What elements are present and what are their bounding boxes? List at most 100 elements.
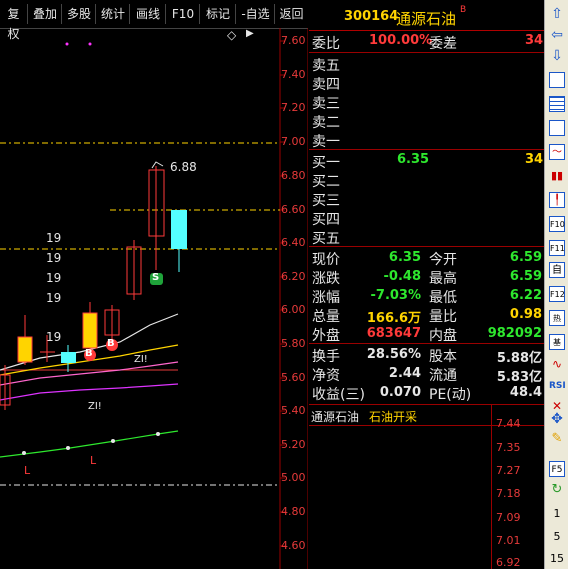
stock-name: 通源石油 [396,10,457,28]
tab-industry[interactable]: 石油开采 [369,408,417,425]
high-arrow-icon [151,161,164,169]
candle-9 [171,210,187,249]
stat-label: 现价 [312,252,340,268]
stat-value: 48.4 [509,385,542,400]
mini-axis-label: 7.01 [496,534,521,547]
candle-chart-icon[interactable]: ▮▮ [549,168,565,184]
period-15-button[interactable]: 15 [545,552,568,565]
divider [309,246,544,247]
hot-icon[interactable]: 热 [549,310,565,326]
mini-axis-label: 7.18 [496,487,521,500]
wave-icon[interactable]: ∿ [549,356,565,372]
stat-label: 涨跌 [312,271,340,287]
fund-icon[interactable]: 基 [549,334,565,350]
left-arrow-icon[interactable]: ⇦ [549,27,565,43]
buy-marker-label-1: B [85,348,93,359]
multi-stock-button[interactable]: 多股 [63,4,96,24]
buy-3-label: 买三 [312,193,340,209]
stat-value: -0.48 [383,269,421,284]
grid-icon[interactable] [549,120,565,136]
axis-label: 5.40 [281,404,306,417]
chart-nav-arrow-icon[interactable]: ▶ [246,28,254,39]
f5-icon[interactable]: F5 [549,461,565,477]
f10-icon[interactable]: F10 [549,216,565,232]
weibi-value: 100.00% [369,33,433,48]
remove-self-select-button[interactable]: -自选 [237,4,275,24]
table-icon[interactable] [549,96,565,112]
f10-button[interactable]: F10 [167,4,200,24]
stat-label: 涨幅 [312,290,340,306]
stat-label: 最低 [429,290,457,306]
up-arrow-icon[interactable]: ⇧ [549,6,565,22]
back-button[interactable]: 返回 [276,4,307,24]
buy-1-price: 6.35 [397,152,430,167]
stat-value: 982092 [487,326,542,341]
stat-value: 6.59 [509,250,542,265]
stat-value: 6.59 [509,269,542,284]
line-chart-icon[interactable]: 〜 [549,144,565,160]
stat-label: 今开 [429,252,457,268]
candle-5 [82,312,98,349]
buy-1-volume: 34 [525,152,544,167]
move-icon[interactable]: ✥ [549,411,565,427]
mini-axis-label: 7.09 [496,511,521,524]
diamond-icon[interactable]: ◇ [227,28,236,42]
axis-label: 6.40 [281,236,306,249]
axis-label: 6.00 [281,303,306,316]
divider [309,343,544,344]
zi-label-2: ZI! [88,401,102,412]
tab-stock[interactable]: 通源石油 [311,408,359,425]
sell-4-label: 卖四 [312,77,340,93]
ma-purple [0,383,179,401]
vol-label-1: 19 [46,231,62,245]
stat-label: 总量 [312,309,340,325]
overlay-button[interactable]: 叠加 [29,4,62,24]
refresh-icon[interactable]: ↻ [549,482,565,498]
stat-value: 6.22 [509,288,542,303]
candle-2 [17,336,33,363]
down-arrow-icon[interactable]: ⇩ [549,48,565,64]
axis-label: 6.80 [281,169,306,182]
draw-line-button[interactable]: 画线 [131,4,166,24]
sell-1-label: 卖一 [312,134,340,150]
signal-dot-1 [65,42,69,46]
stat-label: 流通 [429,368,457,384]
stock-badge: B [460,5,467,15]
ma-green [0,430,179,458]
stat-value: 2.44 [388,366,421,381]
axis-label: 7.60 [281,34,306,47]
fuquan-button[interactable]: 复权 [0,4,28,41]
k-chart-icon[interactable]: ╿ [549,192,565,208]
statistics-button[interactable]: 统计 [97,4,130,24]
stat-value: 28.56% [366,347,421,362]
signal-dot-2 [88,42,92,46]
candle-4 [61,352,76,363]
stat-value: 166.6万 [366,311,421,326]
period-1-button[interactable]: 1 [545,507,568,520]
vol-label-4: 19 [46,291,62,305]
quote-list-icon[interactable] [549,72,565,88]
sell-3-label: 卖三 [312,96,340,112]
self-select-icon[interactable]: 自 [549,262,565,278]
axis-label: 5.00 [281,471,306,484]
mini-axis-label: 7.27 [496,464,521,477]
f11-icon[interactable]: F11 [549,240,565,256]
kline-chart-area[interactable]: ◇ ▶ 6.88 19 19 19 19 19 B B S ZI! ZI! L … [0,28,308,569]
weibi-label: 委比 [312,36,340,52]
chart-toolbar: 复权 叠加 多股 统计 画线 F10 标记 -自选 返回 [0,0,308,41]
stat-value: 5.88亿 [496,351,542,366]
mark-button[interactable]: 标记 [201,4,236,24]
axis-label: 4.60 [281,539,306,552]
vol-label-3: 19 [46,271,62,285]
stat-label: 量比 [429,309,457,325]
divider [309,404,544,405]
period-5-button[interactable]: 5 [545,530,568,543]
sell-5-label: 卖五 [312,58,340,74]
pencil-icon[interactable]: ✎ [549,431,565,447]
weicha-label: 委差 [429,36,457,52]
axis-label: 5.20 [281,438,306,451]
f12-icon[interactable]: F12 [549,286,565,302]
vol-label-5: 19 [46,330,62,344]
rsi-icon[interactable]: RSI [549,378,566,394]
buy-2-label: 买二 [312,174,340,190]
